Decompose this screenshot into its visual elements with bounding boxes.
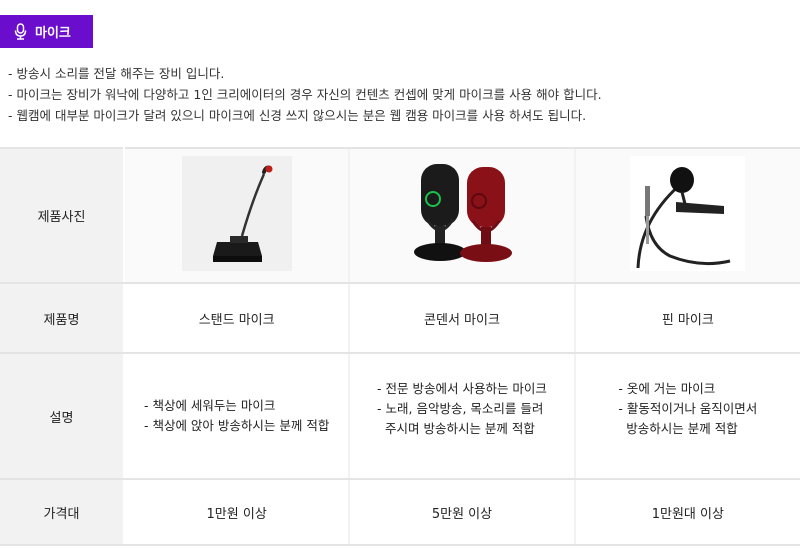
product-table: 제품사진 제품명 스탠드 마이크 콘덴서 마이크 핀 마이크 설명 - 책상에 … (0, 147, 800, 546)
product-price: 1만원대 이상 (573, 479, 800, 546)
pin-microphone-image (630, 156, 746, 271)
photo-row: 제품사진 (0, 147, 800, 284)
row-header-desc: 설명 (0, 353, 125, 480)
product-price: 1만원 이상 (122, 479, 350, 546)
name-row: 제품명 스탠드 마이크 콘덴서 마이크 핀 마이크 (0, 283, 800, 354)
description-line: - 노래, 음악방송, 목소리를 들려 (377, 401, 544, 416)
product-photo-cell (122, 147, 350, 284)
description-line: - 활동적이거나 움직이면서 (618, 401, 758, 416)
stand-microphone-image (181, 156, 292, 271)
product-photo-cell (348, 147, 575, 284)
product-price: 5만원 이상 (348, 479, 575, 546)
section-title: 마이크 (35, 26, 71, 41)
intro-line: - 웹캠에 대부분 마이크가 달려 있으니 마이크에 신경 쓰지 않으시는 분은… (8, 108, 587, 123)
intro-line: - 방송시 소리를 전달 해주는 장비 입니다. (8, 66, 225, 81)
description-line: - 책상에 세워두는 마이크 (143, 398, 276, 413)
microphone-icon (14, 23, 27, 40)
product-description: - 전문 방송에서 사용하는 마이크 - 노래, 음악방송, 목소리를 들려 주… (377, 379, 547, 439)
description-line: 방송하시는 분께 적합 (618, 421, 738, 436)
description-line: - 전문 방송에서 사용하는 마이크 (377, 381, 547, 396)
price-row: 가격대 1만원 이상 5만원 이상 1만원대 이상 (0, 479, 800, 546)
product-name: 콘덴서 마이크 (348, 283, 575, 354)
product-name: 스탠드 마이크 (122, 283, 350, 354)
intro-line: - 마이크는 장비가 워낙에 다양하고 1인 크리에이터의 경우 자신의 컨텐츠… (8, 87, 602, 102)
intro-text: - 방송시 소리를 전달 해주는 장비 입니다. - 마이크는 장비가 워낙에 … (8, 63, 602, 126)
description-line: 주시며 방송하시는 분께 적합 (377, 421, 535, 436)
product-description-cell: - 책상에 세워두는 마이크 - 책상에 앉아 방송하시는 분께 적합 (122, 353, 350, 480)
product-photo-cell (573, 147, 800, 284)
row-header-photo: 제품사진 (0, 147, 125, 284)
product-description-cell: - 전문 방송에서 사용하는 마이크 - 노래, 음악방송, 목소리를 들려 주… (348, 353, 575, 480)
description-line: - 책상에 앉아 방송하시는 분께 적합 (143, 418, 330, 433)
product-description: - 옷에 거는 마이크 - 활동적이거나 움직이면서 방송하시는 분께 적합 (618, 379, 757, 439)
section-badge: 마이크 (0, 15, 93, 48)
description-line: - 옷에 거는 마이크 (618, 381, 716, 396)
product-name: 핀 마이크 (573, 283, 800, 354)
product-description-cell: - 옷에 거는 마이크 - 활동적이거나 움직이면서 방송하시는 분께 적합 (573, 353, 800, 480)
row-header-price: 가격대 (0, 479, 125, 546)
description-row: 설명 - 책상에 세워두는 마이크 - 책상에 앉아 방송하시는 분께 적합 -… (0, 353, 800, 480)
condenser-microphones-image (413, 163, 512, 262)
product-description: - 책상에 세워두는 마이크 - 책상에 앉아 방송하시는 분께 적합 (144, 396, 329, 436)
row-header-name: 제품명 (0, 283, 125, 354)
